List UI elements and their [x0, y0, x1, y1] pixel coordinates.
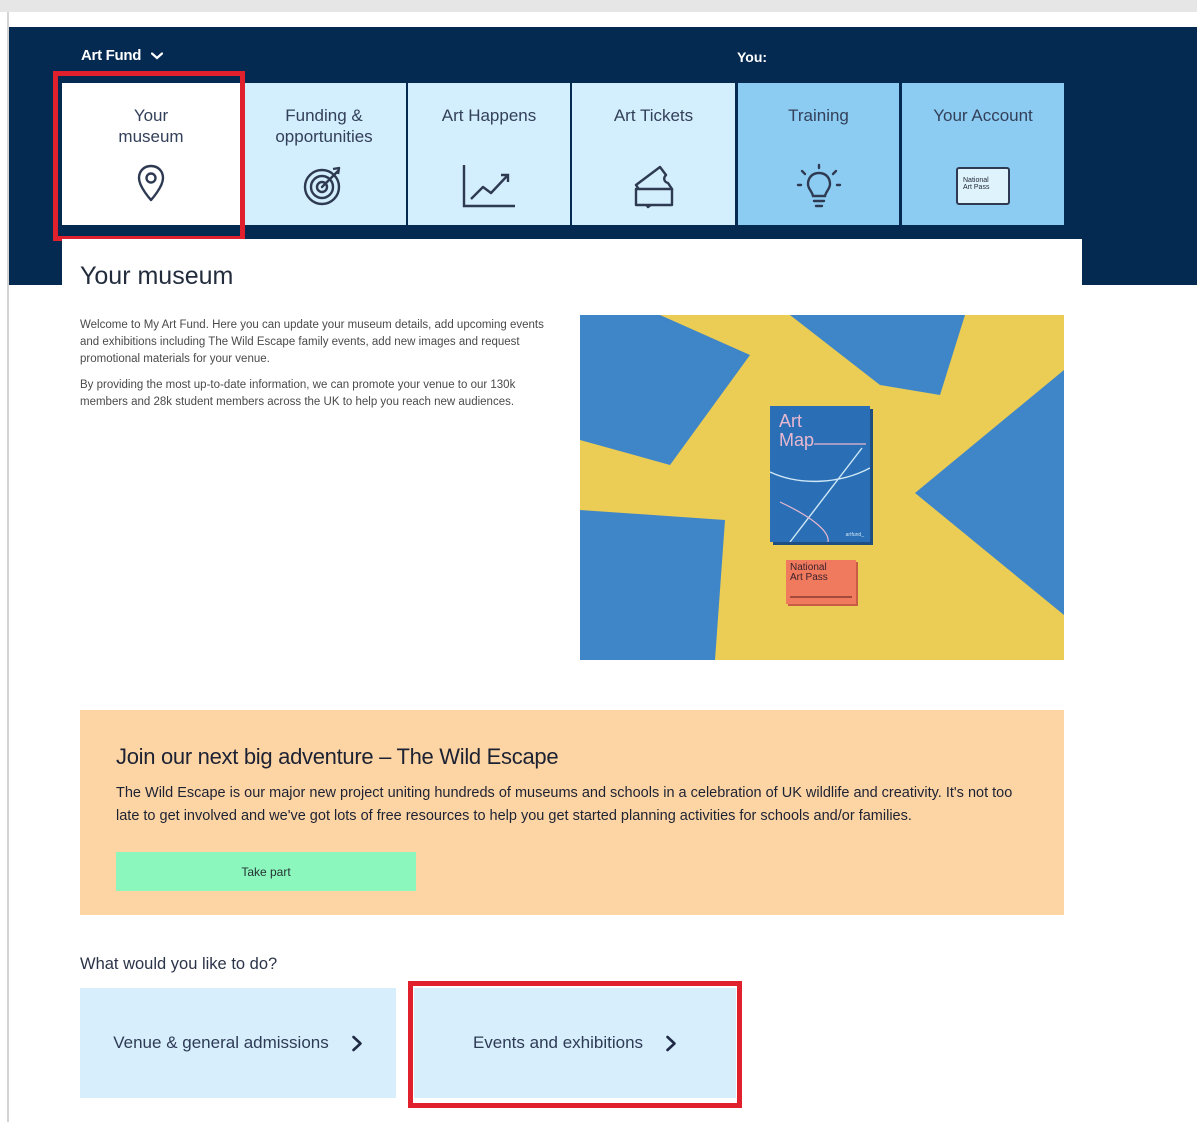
wild-escape-banner: Join our next big adventure – The Wild E… — [80, 710, 1064, 915]
tab-label: Your Account — [933, 106, 1033, 125]
browser-top-border — [0, 0, 1197, 12]
tab-your-museum[interactable]: Your museum — [62, 83, 240, 225]
tab-label: Funding & opportunities — [275, 106, 373, 146]
events-exhibitions-button[interactable]: Events and exhibitions — [414, 988, 736, 1098]
chevron-down-icon — [151, 51, 164, 59]
tab-funding-opportunities[interactable]: Funding & opportunities — [242, 83, 406, 225]
chevron-right-icon — [666, 1035, 676, 1051]
art-map-book: Art Map artfund_ — [770, 406, 870, 542]
tab-label: Your museum — [118, 106, 184, 146]
actions-heading: What would you like to do? — [80, 955, 278, 973]
action-label: Venue & general admissions — [113, 1033, 329, 1052]
take-part-button[interactable]: Take part — [116, 852, 416, 891]
tab-your-account[interactable]: Your Account National Art Pass — [902, 83, 1064, 225]
map-pin-icon — [137, 164, 165, 202]
hero-image: Art Map artfund_ National Art Pass — [580, 315, 1064, 660]
action-label: Events and exhibitions — [472, 1033, 644, 1052]
pass-detail-line — [790, 596, 852, 598]
tab-art-tickets[interactable]: Art Tickets — [572, 83, 735, 225]
national-art-pass-card: National Art Pass — [786, 560, 856, 604]
tab-label: Training — [788, 106, 849, 125]
venue-general-admissions-button[interactable]: Venue & general admissions — [80, 988, 396, 1098]
book-footer: artfund_ — [845, 532, 864, 538]
brand-name: Art Fund — [81, 47, 142, 64]
tab-training[interactable]: Training — [738, 83, 899, 225]
intro-paragraph: By providing the most up-to-date informa… — [80, 379, 516, 408]
page-title: Your museum — [80, 262, 234, 290]
ticket-icon — [634, 165, 673, 209]
pass-title: National Art Pass — [790, 562, 828, 583]
brand-menu[interactable]: Art Fund — [81, 47, 164, 64]
national-art-pass-card-icon: National Art Pass — [956, 167, 1010, 205]
chart-growth-icon — [462, 165, 515, 208]
intro-paragraph: Welcome to My Art Fund. Here you can upd… — [80, 319, 544, 365]
lightbulb-icon — [796, 163, 841, 208]
user-label: You: — [737, 49, 768, 65]
banner-description: The Wild Escape is our major new project… — [116, 785, 1013, 824]
tab-label: Art Happens — [441, 106, 537, 125]
card-text: National Art Pass — [963, 177, 990, 191]
banner-title: Join our next big adventure – The Wild E… — [116, 744, 559, 769]
book-lines — [770, 443, 870, 542]
tab-label: Art Tickets — [613, 106, 694, 125]
target-icon — [303, 166, 341, 206]
tab-art-happens[interactable]: Art Happens — [408, 83, 570, 225]
chevron-right-icon — [351, 1035, 362, 1051]
intro-text: Welcome to My Art Fund. Here you can upd… — [80, 317, 560, 420]
